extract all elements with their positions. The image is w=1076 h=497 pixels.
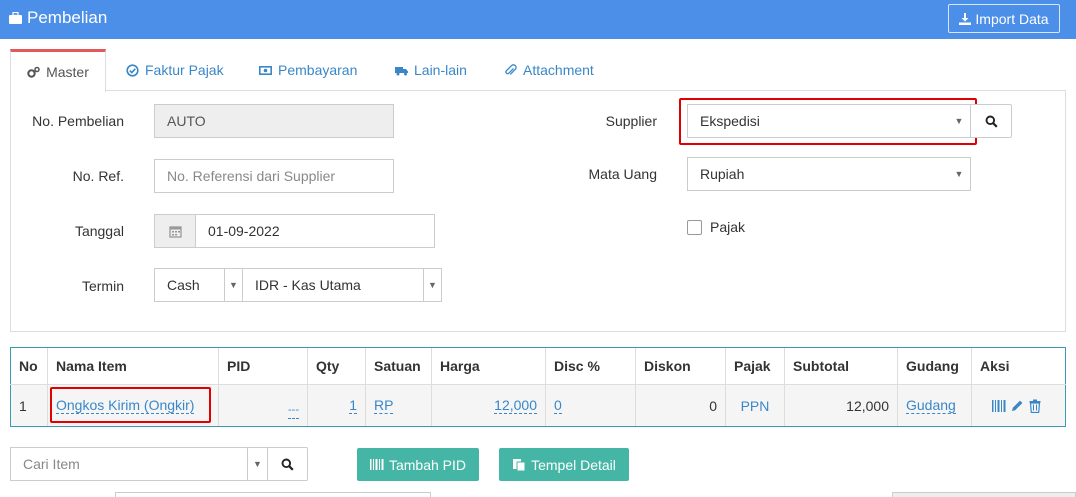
- row-aksi-cell: [971, 384, 1066, 427]
- page-header: Pembelian Import Data: [0, 0, 1076, 39]
- check-circle-icon: [126, 63, 139, 77]
- tambah-pid-button[interactable]: Tambah PID: [357, 448, 479, 481]
- pajak-checkbox[interactable]: [687, 220, 702, 235]
- col-pajak: Pajak: [725, 347, 785, 385]
- tab-pembayaran[interactable]: Pembayaran: [259, 49, 357, 91]
- row-diskon: 0: [635, 384, 726, 427]
- termin-value: Cash: [167, 277, 200, 293]
- row-harga[interactable]: 12,000: [494, 398, 537, 414]
- col-gudang: Gudang: [897, 347, 972, 385]
- col-harga: Harga: [431, 347, 546, 385]
- termin-select[interactable]: Cash ▼: [154, 268, 243, 302]
- tab-lain-lain[interactable]: Lain-lain: [395, 49, 467, 91]
- table-header-row: No Nama Item PID Qty Satuan Harga Disc %…: [10, 347, 1066, 385]
- pajak-label: Pajak: [710, 219, 746, 235]
- paste-icon: [513, 459, 526, 471]
- row-satuan-cell: RP: [365, 384, 432, 427]
- row-disc[interactable]: 0: [554, 398, 562, 414]
- row-qty[interactable]: 1: [349, 398, 357, 414]
- col-pid: PID: [218, 347, 308, 385]
- row-gudang-cell: Gudang: [897, 384, 972, 427]
- tab-lain-lain-label: Lain-lain: [414, 62, 467, 78]
- no-pembelian-label: No. Pembelian: [32, 113, 124, 129]
- tab-attachment[interactable]: Attachment: [504, 49, 594, 91]
- cari-item-select[interactable]: Cari Item ▼: [10, 447, 268, 481]
- briefcase-icon: [9, 12, 22, 24]
- tanggal-label: Tanggal: [74, 223, 124, 239]
- row-no: 1: [10, 384, 48, 427]
- mata-uang-value: Rupiah: [700, 166, 745, 182]
- supplier-highlight: [679, 98, 977, 145]
- import-data-label: Import Data: [975, 10, 1049, 27]
- supplier-search-button[interactable]: [970, 104, 1012, 138]
- col-qty: Qty: [307, 347, 366, 385]
- calendar-icon: [168, 225, 182, 238]
- termin-account-caret-icon: ▼: [423, 269, 441, 301]
- row-pajak[interactable]: PPN: [741, 398, 770, 414]
- mata-uang-select[interactable]: Rupiah ▼: [687, 157, 971, 191]
- gears-icon: [27, 66, 40, 78]
- mata-uang-caret-icon: ▼: [954, 169, 964, 179]
- cari-item-placeholder: Cari Item: [23, 456, 80, 472]
- barcode-icon[interactable]: [992, 399, 1006, 413]
- col-aksi: Aksi: [971, 347, 1066, 385]
- row-qty-cell: 1: [307, 384, 366, 427]
- row-satuan[interactable]: RP: [374, 398, 394, 414]
- tab-faktur-pajak-label: Faktur Pajak: [145, 62, 224, 78]
- cari-item-caret-icon: ▼: [247, 448, 267, 480]
- truck-icon: [395, 66, 408, 75]
- pencil-icon[interactable]: [1010, 399, 1024, 413]
- mata-uang-label: Mata Uang: [588, 166, 657, 182]
- col-disc: Disc %: [545, 347, 636, 385]
- termin-caret-icon: ▼: [224, 269, 242, 301]
- calendar-addon[interactable]: [154, 214, 196, 248]
- row-pid-cell: ---: [218, 384, 308, 427]
- row-disc-cell: 0: [545, 384, 636, 427]
- nama-item-highlight: [50, 387, 211, 423]
- termin-account-select[interactable]: IDR - Kas Utama ▼: [242, 268, 442, 302]
- col-diskon: Diskon: [635, 347, 726, 385]
- download-icon: [959, 12, 972, 25]
- money-icon: [259, 65, 272, 75]
- cari-item-search-button[interactable]: [267, 447, 308, 481]
- tempel-detail-label: Tempel Detail: [531, 456, 616, 473]
- tambah-pid-label: Tambah PID: [388, 456, 467, 473]
- page-title-text: Pembelian: [27, 8, 108, 27]
- no-pembelian-field: AUTO: [154, 104, 394, 138]
- col-no: No: [10, 347, 48, 385]
- page-title: Pembelian: [9, 8, 107, 28]
- row-pajak-cell: PPN: [725, 384, 785, 427]
- supplier-label: Supplier: [605, 113, 657, 129]
- search-icon: [985, 115, 998, 128]
- tab-bar: Master Faktur Pajak Pembayaran Lain-lain…: [10, 49, 1066, 92]
- tanggal-input[interactable]: 01-09-2022: [195, 214, 435, 248]
- termin-account-value: IDR - Kas Utama: [255, 277, 361, 293]
- col-nama-item: Nama Item: [47, 347, 219, 385]
- tab-master-label: Master: [46, 64, 89, 80]
- bottom-edge-element-right: [892, 492, 1076, 497]
- paperclip-icon: [505, 63, 517, 75]
- no-ref-input[interactable]: No. Referensi dari Supplier: [154, 159, 394, 193]
- search-icon: [281, 458, 294, 471]
- no-ref-label: No. Ref.: [72, 168, 124, 184]
- tab-master[interactable]: Master: [10, 49, 106, 92]
- termin-label: Termin: [81, 278, 124, 294]
- col-satuan: Satuan: [365, 347, 432, 385]
- trash-icon[interactable]: [1028, 399, 1042, 413]
- import-data-button[interactable]: Import Data: [948, 4, 1060, 33]
- row-pid[interactable]: ---: [288, 403, 299, 419]
- bottom-edge-element: [115, 492, 431, 497]
- row-subtotal: 12,000: [784, 384, 898, 427]
- tab-pembayaran-label: Pembayaran: [278, 62, 358, 78]
- row-gudang[interactable]: Gudang: [906, 398, 956, 414]
- barcode-icon: [369, 459, 384, 470]
- tempel-detail-button[interactable]: Tempel Detail: [499, 448, 629, 481]
- tab-faktur-pajak[interactable]: Faktur Pajak: [126, 49, 224, 91]
- col-subtotal: Subtotal: [784, 347, 898, 385]
- tab-attachment-label: Attachment: [523, 62, 594, 78]
- row-harga-cell: 12,000: [431, 384, 546, 427]
